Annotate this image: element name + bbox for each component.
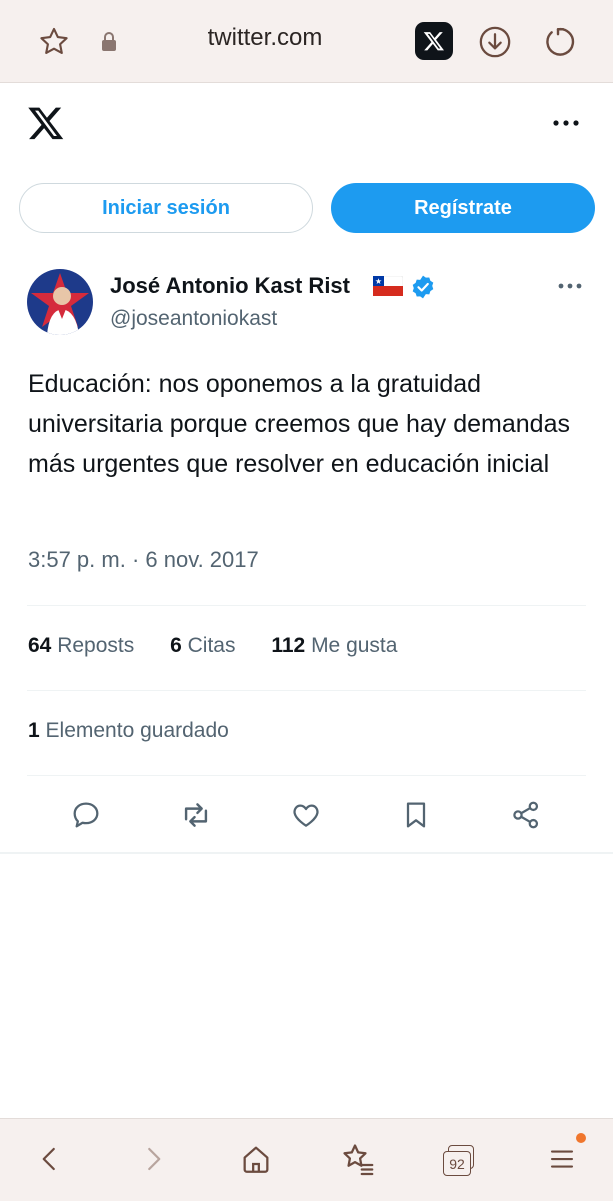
author-name[interactable]: José Antonio Kast Rist (110, 273, 350, 299)
quotes-stat[interactable]: 6 Citas (170, 634, 235, 657)
bookmarks-stat: 1 Elemento guardado (28, 719, 229, 743)
repost-icon[interactable] (176, 795, 216, 835)
browser-toolbar: twitter.com (0, 0, 613, 83)
tweet-stats: 64 Reposts 6 Citas 112 Me gusta (28, 634, 427, 658)
browser-bottom-bar: 92 (0, 1118, 613, 1201)
star-icon[interactable] (34, 22, 74, 62)
likes-count: 112 (271, 634, 306, 657)
reply-icon[interactable] (66, 795, 106, 835)
forward-icon[interactable] (133, 1139, 173, 1179)
signup-button[interactable]: Regístrate (331, 183, 595, 233)
bookmark-icon[interactable] (396, 795, 436, 835)
url-bar[interactable]: twitter.com (150, 24, 380, 52)
chile-flag-icon (372, 275, 404, 297)
quotes-label: Citas (187, 634, 236, 657)
likes-label: Me gusta (311, 634, 398, 657)
divider (27, 690, 586, 691)
like-icon[interactable] (286, 795, 326, 835)
reposts-stat[interactable]: 64 Reposts (28, 634, 134, 657)
back-icon[interactable] (30, 1139, 70, 1179)
bookmarks-label: Elemento guardado (45, 719, 229, 742)
reposts-label: Reposts (57, 634, 135, 657)
tweet-text: Educación: nos oponemos a la gratuidad u… (28, 370, 570, 478)
verified-badge-icon (410, 274, 436, 300)
home-icon[interactable] (236, 1139, 276, 1179)
menu-icon[interactable] (542, 1139, 582, 1179)
x-app-icon[interactable] (415, 22, 453, 60)
tab-count: 92 (443, 1151, 471, 1176)
tweet-timestamp[interactable]: 3:57 p. m. · 6 nov. 2017 (28, 547, 259, 573)
tweet-more-icon[interactable] (556, 276, 584, 296)
lock-icon (98, 30, 120, 54)
reload-icon[interactable] (538, 22, 578, 62)
tabs-counter: 92 (443, 1145, 477, 1177)
divider (27, 605, 586, 606)
divider (27, 775, 586, 776)
bookmarks-icon[interactable] (338, 1139, 378, 1179)
quotes-count: 6 (170, 634, 182, 657)
section-divider (0, 852, 613, 854)
bookmarks-count: 1 (28, 719, 40, 742)
author-handle[interactable]: @joseantoniokast (110, 307, 277, 331)
tabs-icon[interactable]: 92 (440, 1141, 480, 1181)
download-icon[interactable] (475, 22, 515, 62)
avatar[interactable] (27, 269, 93, 335)
more-options-icon[interactable] (550, 110, 584, 136)
share-icon[interactable] (506, 795, 546, 835)
likes-stat[interactable]: 112 Me gusta (271, 634, 397, 657)
notification-dot (576, 1133, 586, 1143)
login-button[interactable]: Iniciar sesión (19, 183, 313, 233)
reposts-count: 64 (28, 634, 52, 657)
x-logo-icon[interactable] (26, 104, 66, 144)
